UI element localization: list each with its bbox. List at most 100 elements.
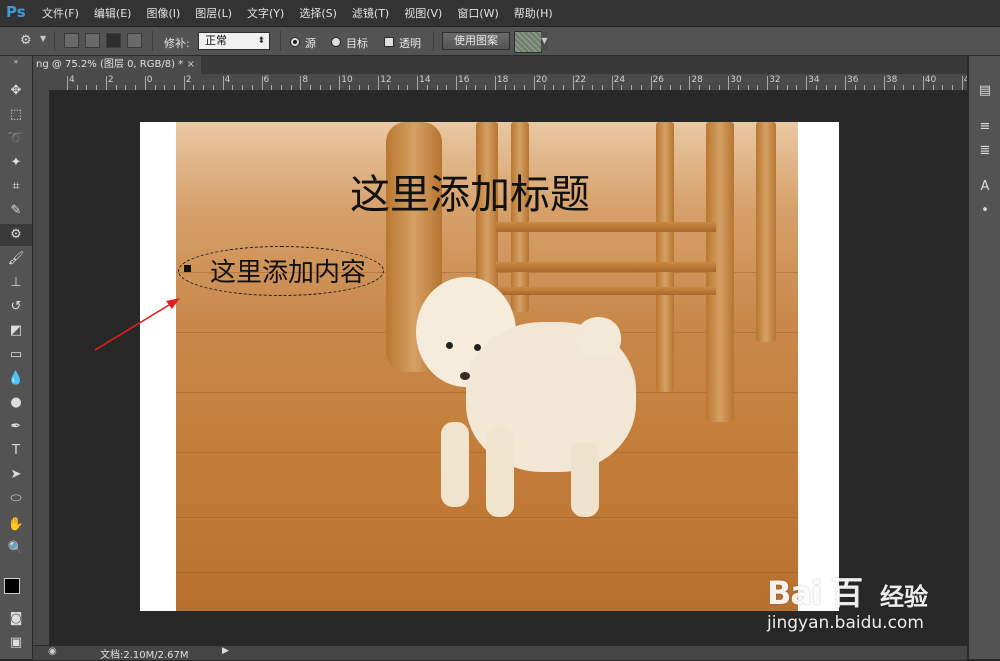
menu-view[interactable]: 视图(V) xyxy=(404,5,442,21)
gradient-tool-icon[interactable]: ▭ xyxy=(0,344,32,366)
source-label: 源 xyxy=(305,37,316,50)
ruler-subtick xyxy=(835,85,837,90)
menu-file[interactable]: 文件(F) xyxy=(42,5,79,21)
ruler-subtick xyxy=(203,85,205,90)
ruler-subtick xyxy=(193,85,195,90)
ruler-subtick xyxy=(446,85,448,90)
menu-layer[interactable]: 图层(L) xyxy=(195,5,232,21)
ruler-subtick xyxy=(864,85,866,90)
type-tool-icon[interactable]: T xyxy=(0,440,32,462)
patch-selection-marquee[interactable] xyxy=(178,246,384,296)
ruler-subtick xyxy=(358,85,360,90)
ruler-tick-label: 28 xyxy=(691,75,703,85)
foreground-color-swatch[interactable] xyxy=(4,578,20,594)
slide-title[interactable]: 这里添加标题 xyxy=(350,162,590,220)
menu-select[interactable]: 选择(S) xyxy=(299,5,337,21)
crop-tool-icon[interactable]: ⌗ xyxy=(0,176,32,198)
ruler-subtick xyxy=(154,85,156,90)
menu-edit[interactable]: 编辑(E) xyxy=(94,5,132,21)
ruler-tick xyxy=(689,76,691,90)
ruler-subtick xyxy=(349,85,350,90)
hand-tool-icon[interactable]: ✋ xyxy=(0,514,32,536)
collapse-icon[interactable]: » xyxy=(0,56,32,68)
marquee-tool-icon[interactable]: ⬚ xyxy=(0,104,32,126)
screen-mode-icon[interactable]: ▣ xyxy=(0,632,32,654)
ruler-subtick xyxy=(660,85,662,90)
ruler-tick xyxy=(922,76,924,90)
target-label: 目标 xyxy=(346,37,368,50)
move-tool-icon[interactable]: ✥ xyxy=(0,80,32,102)
brush-tool-icon[interactable]: 🖌 xyxy=(0,248,32,270)
menu-help[interactable]: 帮助(H) xyxy=(514,5,553,21)
watermark-brand: 经验 xyxy=(880,583,928,611)
pattern-swatch[interactable] xyxy=(514,31,542,53)
patch-tool-icon[interactable]: ⚙ xyxy=(0,224,32,246)
layers-panel-icon[interactable]: ≣ xyxy=(969,140,1000,162)
path-selection-tool-icon[interactable]: ➤ xyxy=(0,464,32,486)
mode-select[interactable]: 正常 ⬍ xyxy=(198,32,270,50)
ruler-subtick xyxy=(893,85,895,90)
blur-tool-icon[interactable]: 💧 xyxy=(0,368,32,390)
patch-tool-preset-icon[interactable]: ⚙ xyxy=(20,33,32,48)
ruler-subtick xyxy=(397,85,399,90)
ruler-subtick xyxy=(251,85,253,90)
ruler-tick xyxy=(378,76,380,90)
ruler-tick-label: 24 xyxy=(613,75,626,85)
ruler-subtick xyxy=(76,85,78,90)
repair-label: 修补: xyxy=(164,37,190,50)
eraser-tool-icon[interactable]: ◩ xyxy=(0,320,32,342)
ruler-subtick xyxy=(932,85,934,90)
lasso-tool-icon[interactable]: ➰ xyxy=(0,128,32,150)
ruler-tick xyxy=(728,76,730,90)
eyedropper-tool-icon[interactable]: ✎ xyxy=(0,200,32,222)
document-tab-title: ng @ 75.2% (图层 0, RGB/8) * xyxy=(36,59,184,70)
ruler-subtick xyxy=(631,85,632,90)
quick-mask-icon[interactable]: ◙ xyxy=(0,608,32,630)
subtract-selection-button[interactable] xyxy=(106,33,121,48)
ruler-tick-label: 32 xyxy=(769,75,781,85)
adjustments-panel-icon[interactable]: ≡ xyxy=(969,116,1000,138)
chevron-down-icon[interactable]: ▼ xyxy=(40,34,46,43)
baidu-logo: Bai 百 xyxy=(767,574,863,612)
character-panel-icon[interactable]: A xyxy=(969,176,1000,198)
ruler-tick xyxy=(456,76,457,90)
intersect-selection-button[interactable] xyxy=(127,33,142,48)
menu-image[interactable]: 图像(I) xyxy=(146,5,180,21)
history-panel-icon[interactable]: ▤ xyxy=(969,80,1000,102)
new-selection-button[interactable] xyxy=(64,33,79,48)
ellipse-tool-icon[interactable]: ⬭ xyxy=(0,488,32,510)
ruler-subtick xyxy=(504,85,506,90)
ruler-tick xyxy=(183,76,185,90)
ruler-subtick xyxy=(942,85,944,90)
source-radio[interactable] xyxy=(290,37,300,47)
ruler-tick xyxy=(494,76,496,90)
document-tab[interactable]: ng @ 75.2% (图层 0, RGB/8) * × xyxy=(33,56,201,74)
history-brush-tool-icon[interactable]: ↺ xyxy=(0,296,32,318)
paragraph-panel-icon[interactable]: • xyxy=(969,200,1000,222)
status-menu-icon[interactable]: ▶ xyxy=(222,646,229,656)
status-info-icon[interactable]: ◉ xyxy=(48,646,57,657)
document-canvas[interactable]: 这里添加标题 这里添加内容 xyxy=(140,122,839,611)
ruler-subtick xyxy=(310,85,312,90)
ruler-tick xyxy=(105,76,107,90)
menu-filter[interactable]: 滤镜(T) xyxy=(352,5,389,21)
target-radio[interactable] xyxy=(331,37,341,47)
stamp-tool-icon[interactable]: ⊥ xyxy=(0,272,32,294)
magic-wand-tool-icon[interactable]: ✦ xyxy=(0,152,32,174)
menu-type[interactable]: 文字(Y) xyxy=(247,5,284,21)
ruler-subtick xyxy=(592,85,594,90)
pen-tool-icon[interactable]: ✒ xyxy=(0,416,32,438)
menu-window[interactable]: 窗口(W) xyxy=(457,5,498,21)
ruler-tick xyxy=(144,76,146,90)
use-pattern-button[interactable]: 使用图案 xyxy=(442,32,510,50)
ruler-subtick xyxy=(319,85,321,90)
ruler-tick xyxy=(883,76,885,90)
add-selection-button[interactable] xyxy=(85,33,100,48)
close-icon[interactable]: × xyxy=(187,56,195,74)
ruler-tick-label: 38 xyxy=(885,75,898,85)
dodge-tool-icon[interactable]: ● xyxy=(0,392,32,414)
transparent-checkbox[interactable] xyxy=(384,37,394,47)
chevron-down-icon[interactable]: ▼ xyxy=(541,32,548,50)
zoom-tool-icon[interactable]: 🔍 xyxy=(0,538,32,560)
puppy-eye xyxy=(446,342,453,349)
